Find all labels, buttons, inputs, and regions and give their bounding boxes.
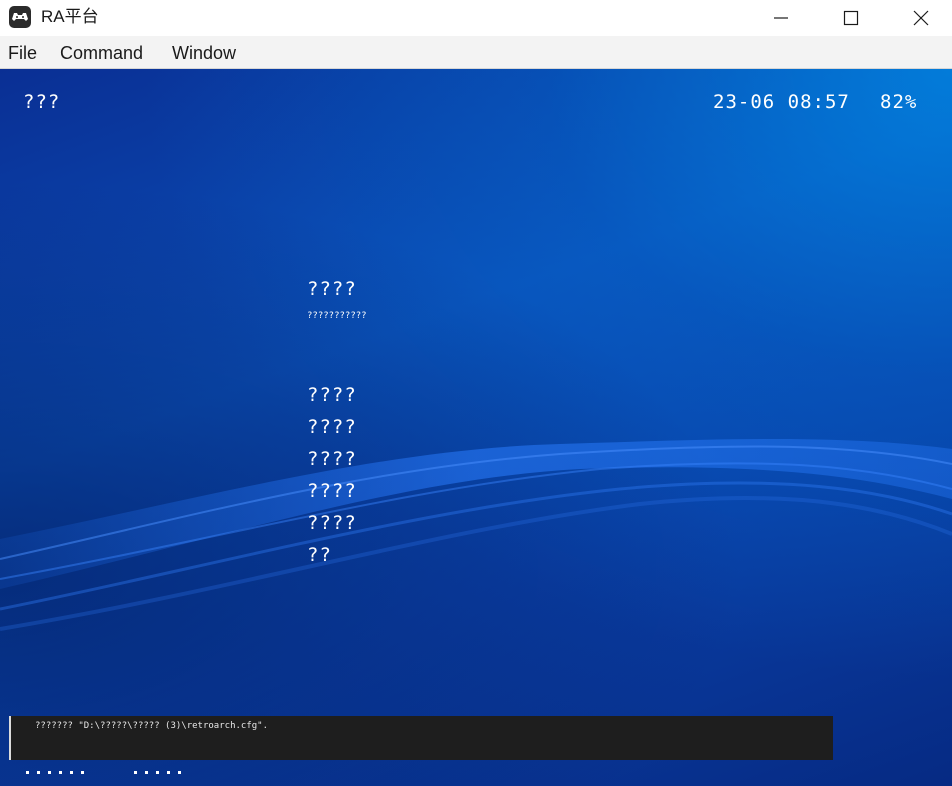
close-button[interactable] xyxy=(886,0,952,36)
menu-bar: File Command Window xyxy=(0,36,952,69)
menu-file[interactable]: File xyxy=(8,42,37,64)
maximize-icon xyxy=(843,10,859,26)
ribbon-wave-background xyxy=(0,439,952,631)
menu-subtitle: ??????????? xyxy=(307,311,367,321)
close-icon xyxy=(913,10,929,26)
maximize-button[interactable] xyxy=(816,0,886,36)
minimize-icon xyxy=(774,17,788,19)
menu-entry[interactable]: ???? xyxy=(307,480,357,502)
notification-bar: ??????? "D:\?????\????? (3)\retroarch.cf… xyxy=(9,716,833,760)
menu-entry[interactable]: ???? xyxy=(307,384,357,406)
title-bar: RA平台 xyxy=(0,0,952,36)
menu-entry[interactable]: ???? xyxy=(307,448,357,470)
menu-entry[interactable]: ?? xyxy=(307,544,332,566)
window-title: RA平台 xyxy=(41,7,99,26)
menu-entry[interactable]: ???? xyxy=(307,416,357,438)
bottom-indicator-dots-left xyxy=(26,759,92,774)
bottom-indicator-dots-right xyxy=(134,759,189,774)
minimize-button[interactable] xyxy=(746,0,816,36)
notification-text: ??????? "D:\?????\????? (3)\retroarch.cf… xyxy=(35,721,268,731)
main-viewport: ??? 23-06 08:57 82% ???? ??????????? ???… xyxy=(0,69,952,786)
hud-title: ??? xyxy=(23,91,61,113)
app-icon xyxy=(9,6,31,28)
menu-entry[interactable]: ???? xyxy=(307,512,357,534)
hud-battery: 82% xyxy=(880,91,918,113)
menu-command[interactable]: Command xyxy=(60,42,143,64)
retroarch-window: RA平台 File Command Window ??? 23-06 08:57… xyxy=(0,0,952,786)
hud-clock: 23-06 08:57 xyxy=(713,91,850,113)
menu-heading: ???? xyxy=(307,278,357,300)
menu-window[interactable]: Window xyxy=(172,42,236,64)
